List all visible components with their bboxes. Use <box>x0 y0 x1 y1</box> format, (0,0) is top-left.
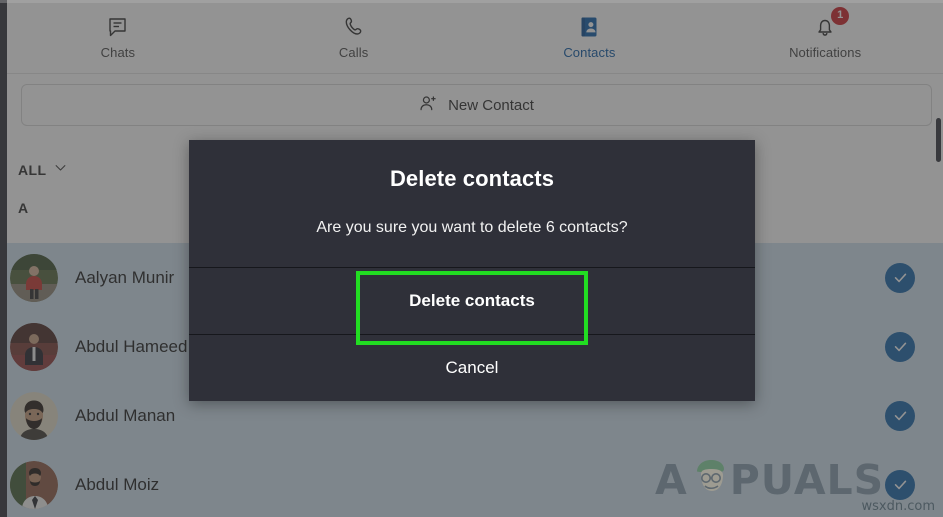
window-top-seam <box>0 0 943 3</box>
watermark-brand-suffix: PUALS <box>729 455 885 504</box>
app-window: Chats Calls <box>0 0 943 517</box>
delete-contacts-dialog: Delete contacts Are you sure you want to… <box>189 140 755 401</box>
watermark-mascot-icon <box>691 456 735 502</box>
dialog-message: Are you sure you want to delete 6 contac… <box>316 219 628 236</box>
cancel-button[interactable]: Cancel <box>189 335 755 401</box>
appuals-watermark: A PUALS <box>655 455 883 505</box>
site-watermark-label: wsxdn.com <box>861 499 936 514</box>
dialog-header: Delete contacts <box>189 140 755 192</box>
watermark-brand-prefix: A <box>655 455 688 504</box>
confirm-delete-button[interactable]: Delete contacts <box>189 268 755 334</box>
dialog-title: Delete contacts <box>389 166 555 191</box>
